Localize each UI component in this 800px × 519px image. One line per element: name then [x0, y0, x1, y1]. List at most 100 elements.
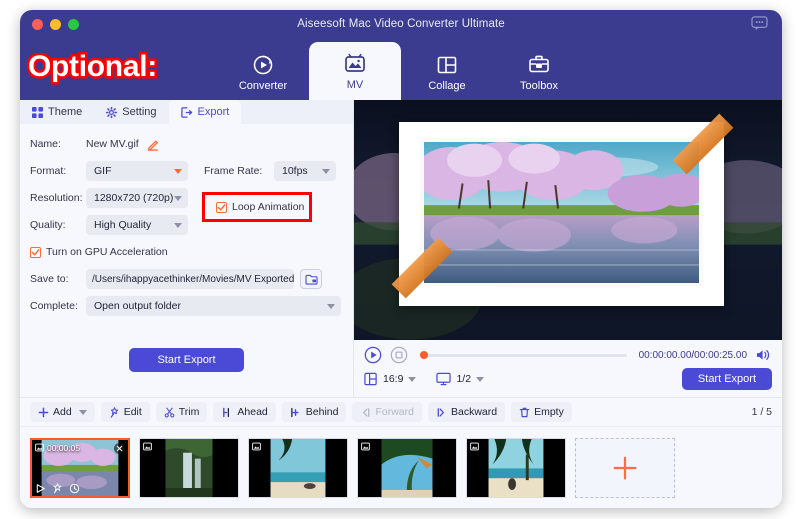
- loop-animation-row: Loop Animation: [216, 201, 304, 213]
- progress-handle[interactable]: [420, 351, 428, 359]
- chevron-down-icon: [476, 377, 484, 382]
- nav-tab-mv[interactable]: MV: [309, 42, 401, 100]
- nav-tab-label: Toolbox: [520, 80, 558, 92]
- main-body: Theme Setting: [20, 100, 782, 397]
- app-title: Aiseesoft Mac Video Converter Ultimate: [20, 18, 782, 30]
- format-select[interactable]: GIF: [86, 161, 188, 181]
- zoom-level-selector[interactable]: 1/2: [436, 372, 484, 386]
- tab-setting[interactable]: Setting: [94, 100, 168, 124]
- behind-button[interactable]: Behind: [282, 402, 347, 422]
- volume-icon[interactable]: [755, 348, 772, 362]
- grid-icon: [32, 107, 43, 118]
- save-to-field[interactable]: /Users/ihappyacethinker/Movies/MV Export…: [86, 269, 294, 289]
- move-backward-icon: [436, 407, 447, 418]
- chevron-down-icon: [174, 169, 182, 174]
- thumbnail-duration-badge: [143, 442, 155, 451]
- trim-button[interactable]: Trim: [156, 402, 208, 422]
- app-window: Aiseesoft Mac Video Converter Ultimate O…: [20, 10, 782, 508]
- thumbnail-duration-badge: [470, 442, 482, 451]
- button-label: Backward: [451, 406, 497, 418]
- button-label: Edit: [124, 406, 142, 418]
- export-form: Name: New MV.gif Format: GIF Frame Rate:: [20, 124, 353, 323]
- clock-icon[interactable]: [69, 483, 80, 494]
- folder-icon: [305, 274, 318, 285]
- tab-label: Export: [198, 106, 230, 118]
- play-icon[interactable]: [35, 483, 46, 494]
- total-time: 00:00:25.00: [694, 350, 747, 361]
- resolution-select[interactable]: 1280x720 (720p): [86, 188, 188, 208]
- nav-tab-label: MV: [347, 79, 364, 91]
- button-label: Empty: [534, 406, 564, 418]
- export-action-area: Start Export: [20, 323, 353, 397]
- nav-tab-collage[interactable]: Collage: [401, 44, 493, 100]
- open-folder-button[interactable]: [300, 269, 322, 289]
- effects-star-icon[interactable]: [52, 483, 63, 494]
- insert-ahead-icon: [221, 407, 233, 418]
- thumbnail-tools: [35, 483, 80, 494]
- tab-label: Setting: [122, 106, 156, 118]
- chevron-down-icon: [174, 196, 182, 201]
- plus-icon: [38, 407, 49, 418]
- save-to-value: /Users/ihappyacethinker/Movies/MV Export…: [86, 274, 294, 285]
- backward-button[interactable]: Backward: [428, 402, 505, 422]
- close-icon: [116, 445, 123, 452]
- main-navigation: Optional: Converter MV: [20, 38, 782, 100]
- thumbnail-duration-badge: 00:00:05: [35, 443, 80, 453]
- thumbnail-item-1[interactable]: 00:00:05: [30, 438, 130, 498]
- start-export-button[interactable]: Start Export: [129, 348, 243, 372]
- preview-photo: [424, 142, 700, 283]
- complete-row: Complete: Open output folder: [30, 296, 343, 316]
- edit-button[interactable]: Edit: [101, 402, 150, 422]
- edit-pencil-icon[interactable]: [147, 138, 160, 151]
- add-media-tile[interactable]: [575, 438, 675, 498]
- preview-start-export-button[interactable]: Start Export: [682, 368, 772, 390]
- cherry-blossom-scene: [424, 142, 700, 283]
- aspect-ratio-icon: [364, 372, 378, 386]
- gpu-checkbox[interactable]: [30, 247, 41, 258]
- complete-select[interactable]: Open output folder: [86, 296, 341, 316]
- nav-tab-converter[interactable]: Converter: [217, 44, 309, 100]
- button-label: Trim: [179, 406, 200, 418]
- name-label: Name:: [30, 138, 86, 150]
- playback-row: 00:00:00.00/00:00:25.00: [364, 345, 772, 365]
- monitor-icon: [436, 372, 451, 386]
- chevron-down-icon: [408, 377, 416, 382]
- thumbnail-item-4[interactable]: [357, 438, 457, 498]
- play-button-icon[interactable]: [364, 346, 382, 364]
- view-options-row: 16:9 1/2 Start Export: [364, 367, 772, 391]
- video-preview[interactable]: [354, 100, 782, 340]
- title-bar: Aiseesoft Mac Video Converter Ultimate: [20, 10, 782, 38]
- nav-tab-list: Converter MV Collage: [217, 38, 585, 100]
- image-icon: [35, 443, 44, 452]
- button-label: Add: [53, 406, 72, 418]
- image-icon: [361, 442, 370, 451]
- settings-tab-bar: Theme Setting: [20, 100, 353, 124]
- name-row: Name: New MV.gif: [30, 134, 343, 154]
- aspect-ratio-selector[interactable]: 16:9: [364, 372, 416, 386]
- thumbnail-item-5[interactable]: [466, 438, 566, 498]
- tab-export[interactable]: Export: [169, 100, 242, 124]
- thumbnail-item-3[interactable]: [248, 438, 348, 498]
- image-icon: [252, 442, 261, 451]
- thumbnail-remove-button[interactable]: [114, 443, 125, 454]
- empty-button[interactable]: Empty: [511, 402, 572, 422]
- zoom-level-value: 1/2: [456, 373, 471, 385]
- loop-animation-checkbox[interactable]: [216, 202, 227, 213]
- gear-icon: [106, 107, 117, 118]
- check-icon: [31, 248, 40, 257]
- ahead-button[interactable]: Ahead: [213, 402, 275, 422]
- thumbnail-item-2[interactable]: [139, 438, 239, 498]
- stop-button-icon[interactable]: [390, 346, 408, 364]
- add-button[interactable]: Add: [30, 402, 95, 422]
- nav-tab-label: Converter: [239, 80, 287, 92]
- export-icon: [181, 107, 193, 118]
- feedback-bubble-icon[interactable]: [751, 16, 768, 31]
- name-value: New MV.gif: [86, 138, 139, 150]
- forward-button[interactable]: Forward: [352, 402, 422, 422]
- playback-progress-bar[interactable]: [420, 354, 627, 357]
- nav-tab-toolbox[interactable]: Toolbox: [493, 44, 585, 100]
- quality-select[interactable]: High Quality: [86, 215, 188, 235]
- tab-theme[interactable]: Theme: [20, 100, 94, 124]
- magic-wand-icon: [109, 407, 120, 418]
- frame-rate-select[interactable]: 10fps: [274, 161, 336, 181]
